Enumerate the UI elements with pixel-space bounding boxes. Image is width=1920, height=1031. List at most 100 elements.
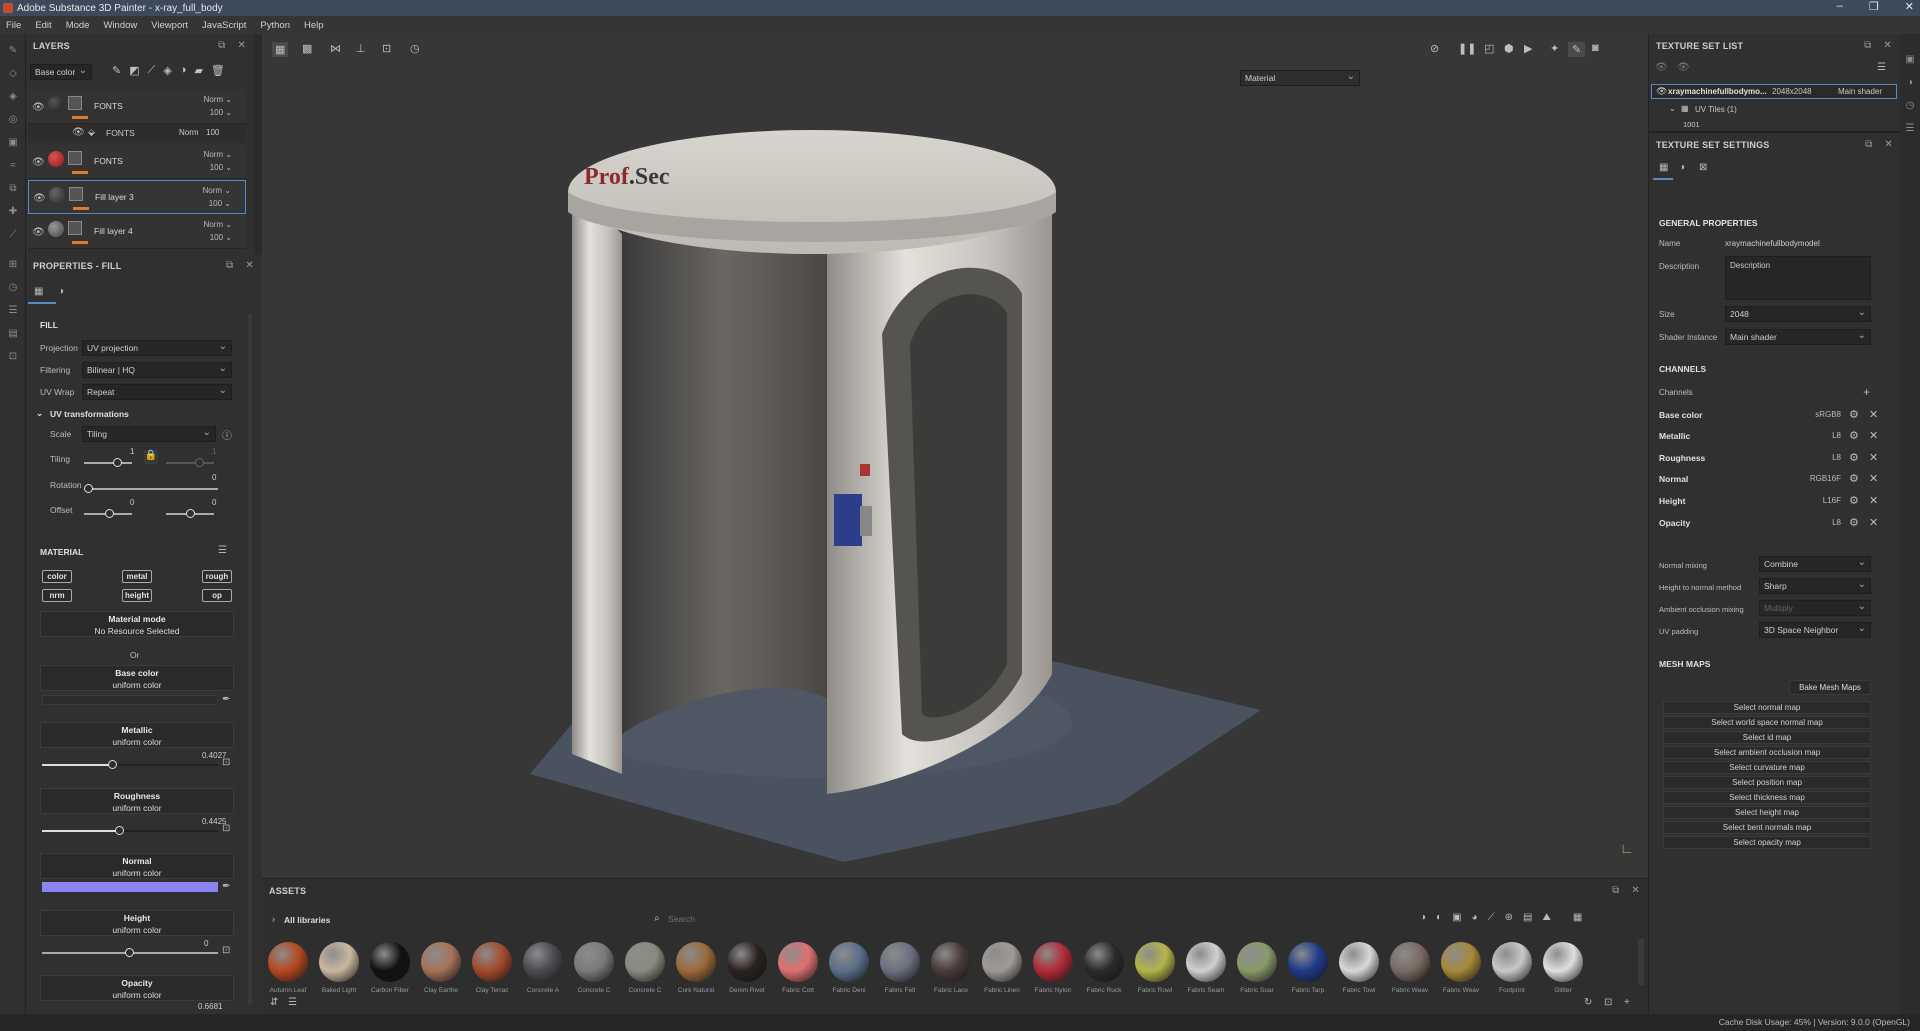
remove-channel-icon[interactable]: ✕ <box>1869 516 1878 529</box>
channel-row[interactable]: Height L16F ⚙ ✕ <box>1659 493 1879 511</box>
name-value[interactable]: xraymachinefullbodymodel <box>1725 239 1820 248</box>
asset-thumbnail[interactable] <box>727 942 767 982</box>
gear-icon[interactable]: ⚙ <box>1849 408 1859 421</box>
material-tab-icon[interactable]: ◑ <box>58 286 64 297</box>
undock-icon[interactable]: ⧉ <box>226 260 233 271</box>
description-textarea[interactable]: Description <box>1725 256 1871 300</box>
rotation-knob[interactable] <box>84 484 93 493</box>
smart-materials-filter-icon[interactable]: ◐ <box>1436 912 1442 923</box>
remove-channel-icon[interactable]: ✕ <box>1869 472 1878 485</box>
scale-dropdown[interactable]: Tiling <box>82 426 216 442</box>
asset-thumbnail[interactable] <box>625 942 665 982</box>
tools-filter-icon[interactable]: ▤ <box>1523 912 1532 923</box>
gear-icon[interactable]: ⚙ <box>1849 472 1859 485</box>
asset-thumbnail[interactable] <box>1084 942 1124 982</box>
select-position-map-button[interactable]: Select position map <box>1663 776 1871 789</box>
asset-thumbnail[interactable] <box>829 942 869 982</box>
history-icon[interactable]: ◷ <box>1904 100 1916 112</box>
normal-color-swatch[interactable] <box>42 882 218 892</box>
close-panel-icon[interactable]: ✕ <box>1631 885 1640 896</box>
select-bent-normals-map-button[interactable]: Select bent normals map <box>1663 821 1871 834</box>
layer-opacity[interactable]: 100 <box>210 233 223 242</box>
opacity-box[interactable]: Opacity uniform color <box>40 975 234 1001</box>
asset-thumbnail[interactable] <box>421 942 461 982</box>
tiling-slider-u[interactable] <box>84 462 132 464</box>
offset-knob-u[interactable] <box>105 509 114 518</box>
environments-filter-icon[interactable]: ⛰ <box>1542 912 1550 923</box>
tiling-knob-v[interactable] <box>195 458 204 467</box>
sublayer-eye-icon[interactable]: 👁 <box>72 127 85 138</box>
rotation-slider[interactable] <box>84 488 218 490</box>
asset-thumbnail[interactable] <box>1033 942 1073 982</box>
all-libraries-link[interactable]: All libraries <box>284 915 330 925</box>
menu-edit[interactable]: Edit <box>35 20 51 31</box>
tiling-slider-v[interactable] <box>166 462 214 464</box>
sublayer-row[interactable]: 👁 ⬙ FONTS Norm 100 <box>28 124 246 142</box>
layer-row[interactable]: 👁 FONTS Norm ⌄ 100 ⌄ <box>28 90 246 124</box>
display-settings-icon[interactable]: ☰ <box>7 305 19 317</box>
color-picker-icon[interactable]: ✒ <box>222 694 230 705</box>
eye-icon[interactable]: 👁 <box>1656 86 1667 97</box>
channel-format[interactable]: L8 <box>1781 453 1841 462</box>
uv-tiles-label[interactable]: UV Tiles (1) <box>1695 105 1737 114</box>
asset-thumbnail[interactable] <box>370 942 410 982</box>
height-box[interactable]: Height uniform color <box>40 910 234 936</box>
sublayer-blend[interactable]: Norm <box>179 128 199 137</box>
gear-icon[interactable]: ⚙ <box>1849 494 1859 507</box>
gear-icon[interactable]: ⚙ <box>1849 516 1859 529</box>
select-curvature-map-button[interactable]: Select curvature map <box>1663 761 1871 774</box>
select-height-map-button[interactable]: Select height map <box>1663 806 1871 819</box>
asset-thumbnail[interactable] <box>1135 942 1175 982</box>
channel-row[interactable]: Metallic L8 ⚙ ✕ <box>1659 428 1879 446</box>
asset-thumbnail[interactable] <box>1288 942 1328 982</box>
channel-row[interactable]: Roughness L8 ⚙ ✕ <box>1659 450 1879 468</box>
roughness-slider[interactable] <box>42 830 218 832</box>
projection-dropdown[interactable]: UV projection <box>82 340 232 356</box>
asset-thumbnail[interactable] <box>1339 942 1379 982</box>
base-color-swatch[interactable] <box>42 695 218 705</box>
channel-row[interactable]: Opacity L8 ⚙ ✕ <box>1659 515 1879 533</box>
add-effect-icon[interactable]: ✎ <box>112 64 121 77</box>
undock-icon[interactable]: ⧉ <box>1864 40 1871 51</box>
remove-channel-icon[interactable]: ✕ <box>1869 429 1878 442</box>
map-select-icon[interactable]: ⊡ <box>222 823 230 834</box>
metal-channel-button[interactable]: metal <box>122 570 152 583</box>
rough-channel-button[interactable]: rough <box>202 570 232 583</box>
uv-padding-dropdown[interactable]: 3D Space Neighbor <box>1759 622 1871 638</box>
select-thickness-map-button[interactable]: Select thickness map <box>1663 791 1871 804</box>
height-to-normal-dropdown[interactable]: Sharp <box>1759 578 1871 594</box>
close-panel-icon[interactable]: ✕ <box>1884 139 1893 150</box>
eye-icon[interactable]: 👁 <box>1655 62 1668 73</box>
eraser-icon[interactable]: ◇ <box>7 68 19 80</box>
asset-thumbnail[interactable] <box>1492 942 1532 982</box>
remove-channel-icon[interactable]: ✕ <box>1869 408 1878 421</box>
menu-viewport[interactable]: Viewport <box>151 20 188 31</box>
brushes-filter-icon[interactable]: ⟋ <box>1488 912 1495 923</box>
sublayer-opacity[interactable]: 100 <box>206 128 219 137</box>
uv-transform-chevron-icon[interactable]: ⌄ <box>36 408 43 419</box>
channel-dropdown[interactable]: Base color <box>30 64 92 80</box>
gear-icon[interactable]: ⚙ <box>1849 451 1859 464</box>
shelf-icon[interactable]: ▤ <box>7 328 19 340</box>
blend-mode[interactable]: Norm <box>204 220 224 229</box>
visibility-eye-icon[interactable]: 👁 <box>32 157 45 168</box>
shader-tab-icon[interactable]: ◑ <box>1679 162 1685 173</box>
materials-filter-icon[interactable]: ◑ <box>1420 912 1426 923</box>
expand-chevron-icon[interactable]: › <box>272 914 275 924</box>
asset-thumbnail[interactable] <box>1390 942 1430 982</box>
tiling-knob-u[interactable] <box>113 458 122 467</box>
lock-icon[interactable]: 🔒 <box>144 450 158 464</box>
refresh-icon[interactable]: ↻ <box>1584 997 1592 1008</box>
channel-format[interactable]: L16F <box>1781 496 1841 505</box>
material-mode-box[interactable]: Material mode No Resource Selected <box>40 611 234 637</box>
ao-mixing-dropdown[interactable]: Multiply <box>1759 600 1871 616</box>
projection-icon[interactable]: ◈ <box>7 91 19 103</box>
close-panel-icon[interactable]: ✕ <box>245 260 254 271</box>
base-color-box[interactable]: Base color uniform color <box>40 665 234 691</box>
channel-format[interactable]: sRGB8 <box>1781 410 1841 419</box>
minimize-icon[interactable]: – <box>1837 0 1843 13</box>
channel-row[interactable]: Base color sRGB8 ⚙ ✕ <box>1659 407 1879 425</box>
delete-layer-icon[interactable]: 🗑 <box>211 64 225 77</box>
measure-icon[interactable]: ⟋ <box>7 229 19 241</box>
blend-mode[interactable]: Norm <box>204 150 224 159</box>
